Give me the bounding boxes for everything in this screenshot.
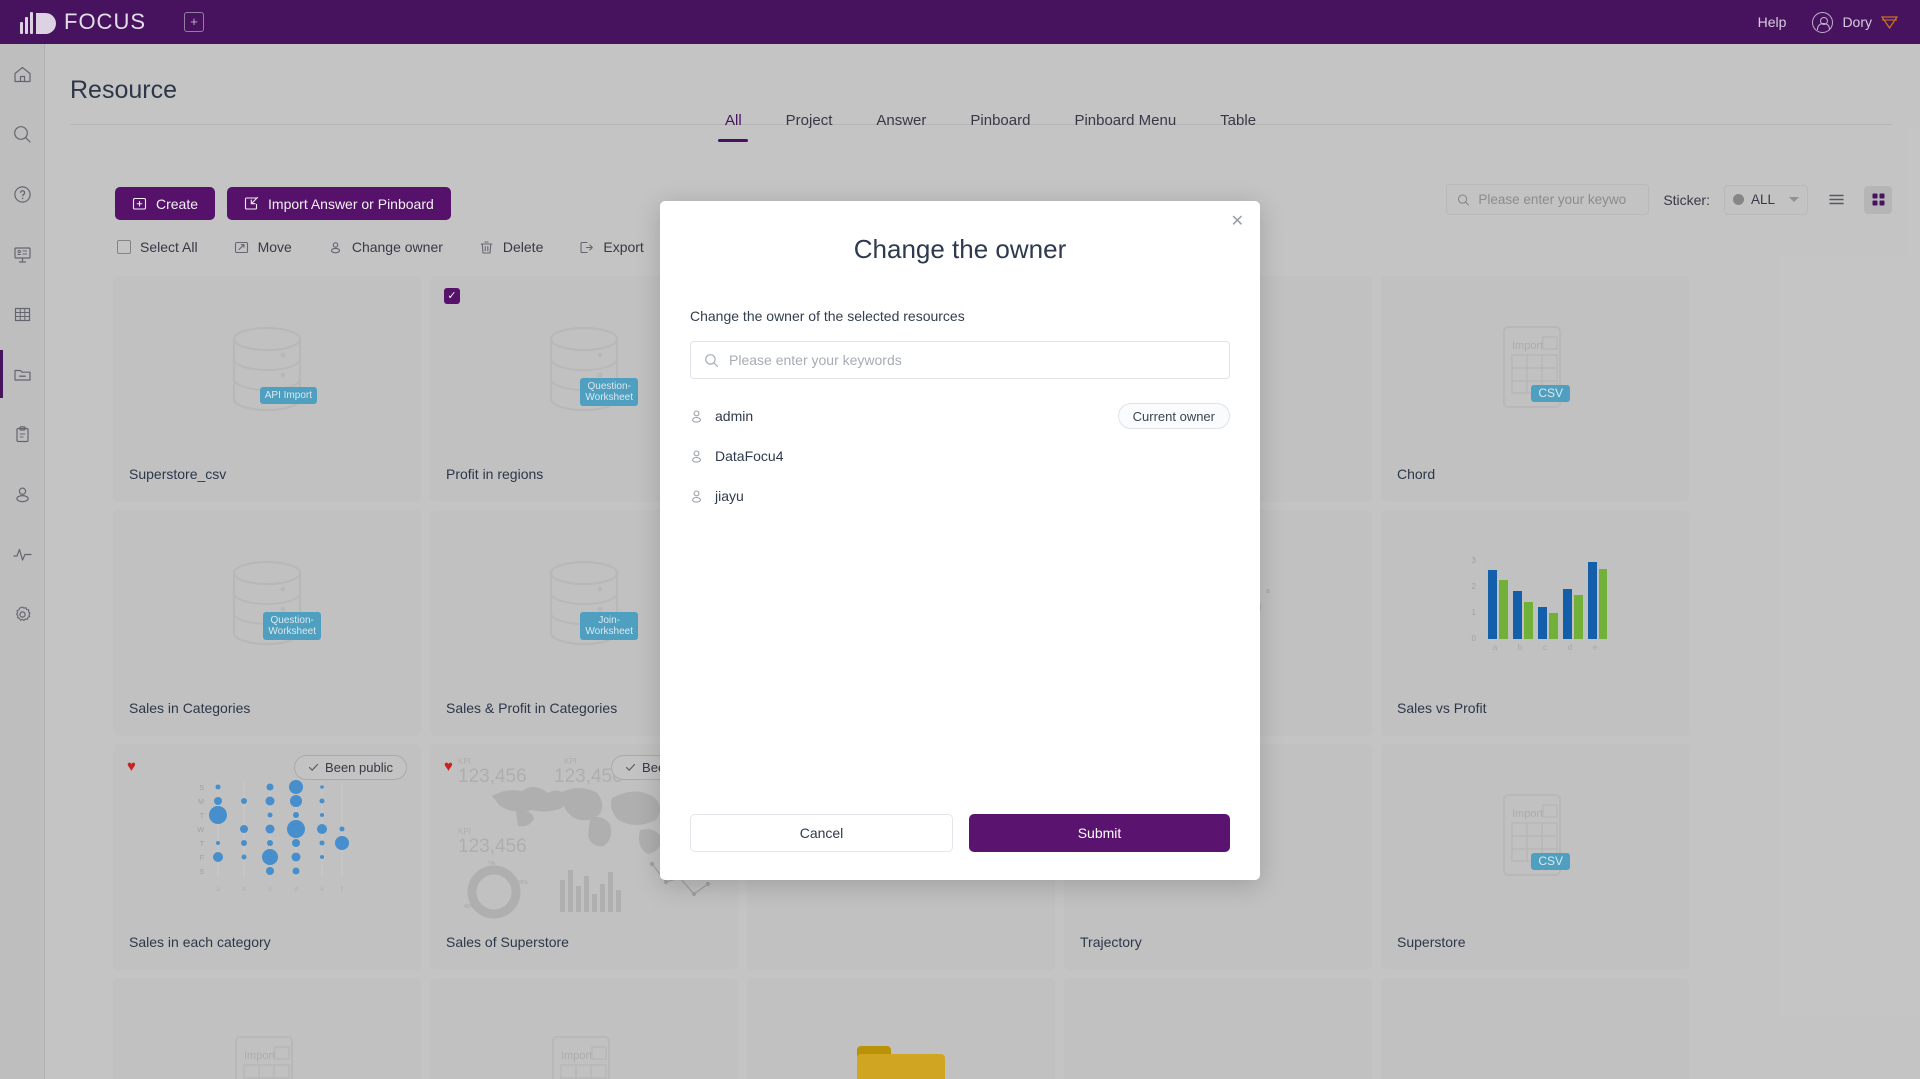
dialog-title: Change the owner — [853, 234, 1067, 264]
close-icon[interactable]: ✕ — [1231, 214, 1244, 230]
owner-list-item[interactable]: admin Current owner — [690, 396, 1230, 436]
owner-list-item[interactable]: jiayu — [690, 476, 1230, 516]
owner-name: jiayu — [715, 488, 744, 504]
cancel-button[interactable]: Cancel — [690, 814, 953, 852]
owner-name: admin — [715, 408, 754, 424]
submit-button[interactable]: Submit — [969, 814, 1230, 852]
search-icon — [705, 353, 718, 367]
owner-search-input[interactable] — [729, 352, 1216, 368]
current-owner-badge: Current owner — [1117, 403, 1230, 429]
owner-list-item[interactable]: DataFocu4 — [690, 436, 1230, 476]
owner-name: DataFocu4 — [715, 448, 784, 464]
app-root: FOCUS + Help Dory Resource All Project A… — [0, 0, 1920, 1079]
owner-list: admin Current owner DataFocu4 jiayu — [690, 396, 1230, 814]
user-icon — [692, 449, 701, 463]
dialog-subtitle: Change the owner of the selected resourc… — [690, 308, 965, 324]
change-owner-dialog: ✕ Change the owner Change the owner of t… — [660, 201, 1260, 880]
user-icon — [692, 409, 701, 423]
user-icon — [692, 489, 701, 503]
owner-search-box[interactable] — [690, 341, 1230, 379]
dialog-footer: Cancel Submit — [660, 814, 1260, 880]
